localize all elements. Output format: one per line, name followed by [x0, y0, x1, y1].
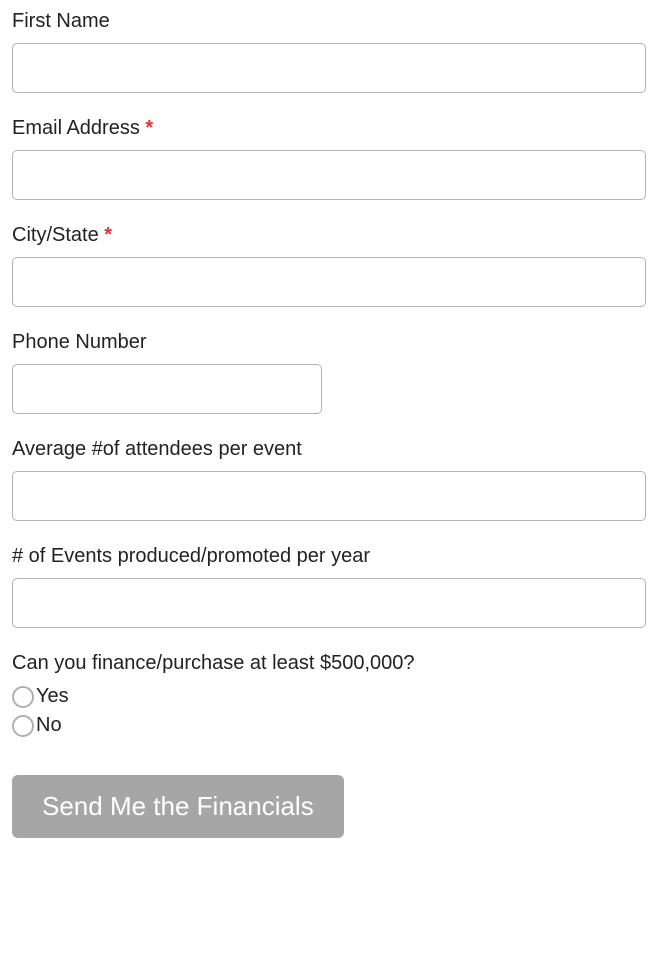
first-name-input[interactable]: [12, 43, 646, 93]
avg-attendees-group: Average #of attendees per event: [12, 438, 646, 521]
phone-group: Phone Number: [12, 331, 646, 414]
finance-radio-no-label: No: [36, 714, 62, 737]
label-text: City/State: [12, 224, 99, 246]
first-name-label: First Name: [12, 10, 646, 33]
label-text: First Name: [12, 10, 110, 32]
avg-attendees-input[interactable]: [12, 471, 646, 521]
label-text: Can you finance/purchase at least $500,0…: [12, 652, 415, 674]
events-per-year-input[interactable]: [12, 578, 646, 628]
finance-question-group: Can you finance/purchase at least $500,0…: [12, 652, 646, 737]
first-name-group: First Name: [12, 10, 646, 93]
phone-label: Phone Number: [12, 331, 646, 354]
city-state-input[interactable]: [12, 257, 646, 307]
email-label: Email Address *: [12, 117, 646, 140]
city-state-label: City/State *: [12, 224, 646, 247]
events-per-year-group: # of Events produced/promoted per year: [12, 545, 646, 628]
financials-form: First Name Email Address * City/State * …: [12, 10, 646, 838]
required-marker: *: [104, 224, 112, 246]
finance-option-no: No: [12, 714, 646, 737]
finance-radio-yes-label: Yes: [36, 685, 69, 708]
phone-input[interactable]: [12, 364, 322, 414]
finance-radio-yes[interactable]: [12, 686, 34, 708]
email-input[interactable]: [12, 150, 646, 200]
finance-radio-no[interactable]: [12, 715, 34, 737]
label-text: Phone Number: [12, 331, 147, 353]
submit-button[interactable]: Send Me the Financials: [12, 775, 344, 838]
label-text: Email Address: [12, 117, 140, 139]
label-text: # of Events produced/promoted per year: [12, 545, 370, 567]
label-text: Average #of attendees per event: [12, 438, 302, 460]
city-state-group: City/State *: [12, 224, 646, 307]
finance-option-yes: Yes: [12, 685, 646, 708]
finance-radio-group: Yes No: [12, 685, 646, 737]
finance-question-label: Can you finance/purchase at least $500,0…: [12, 652, 646, 675]
email-group: Email Address *: [12, 117, 646, 200]
events-per-year-label: # of Events produced/promoted per year: [12, 545, 646, 568]
required-marker: *: [145, 117, 153, 139]
avg-attendees-label: Average #of attendees per event: [12, 438, 646, 461]
